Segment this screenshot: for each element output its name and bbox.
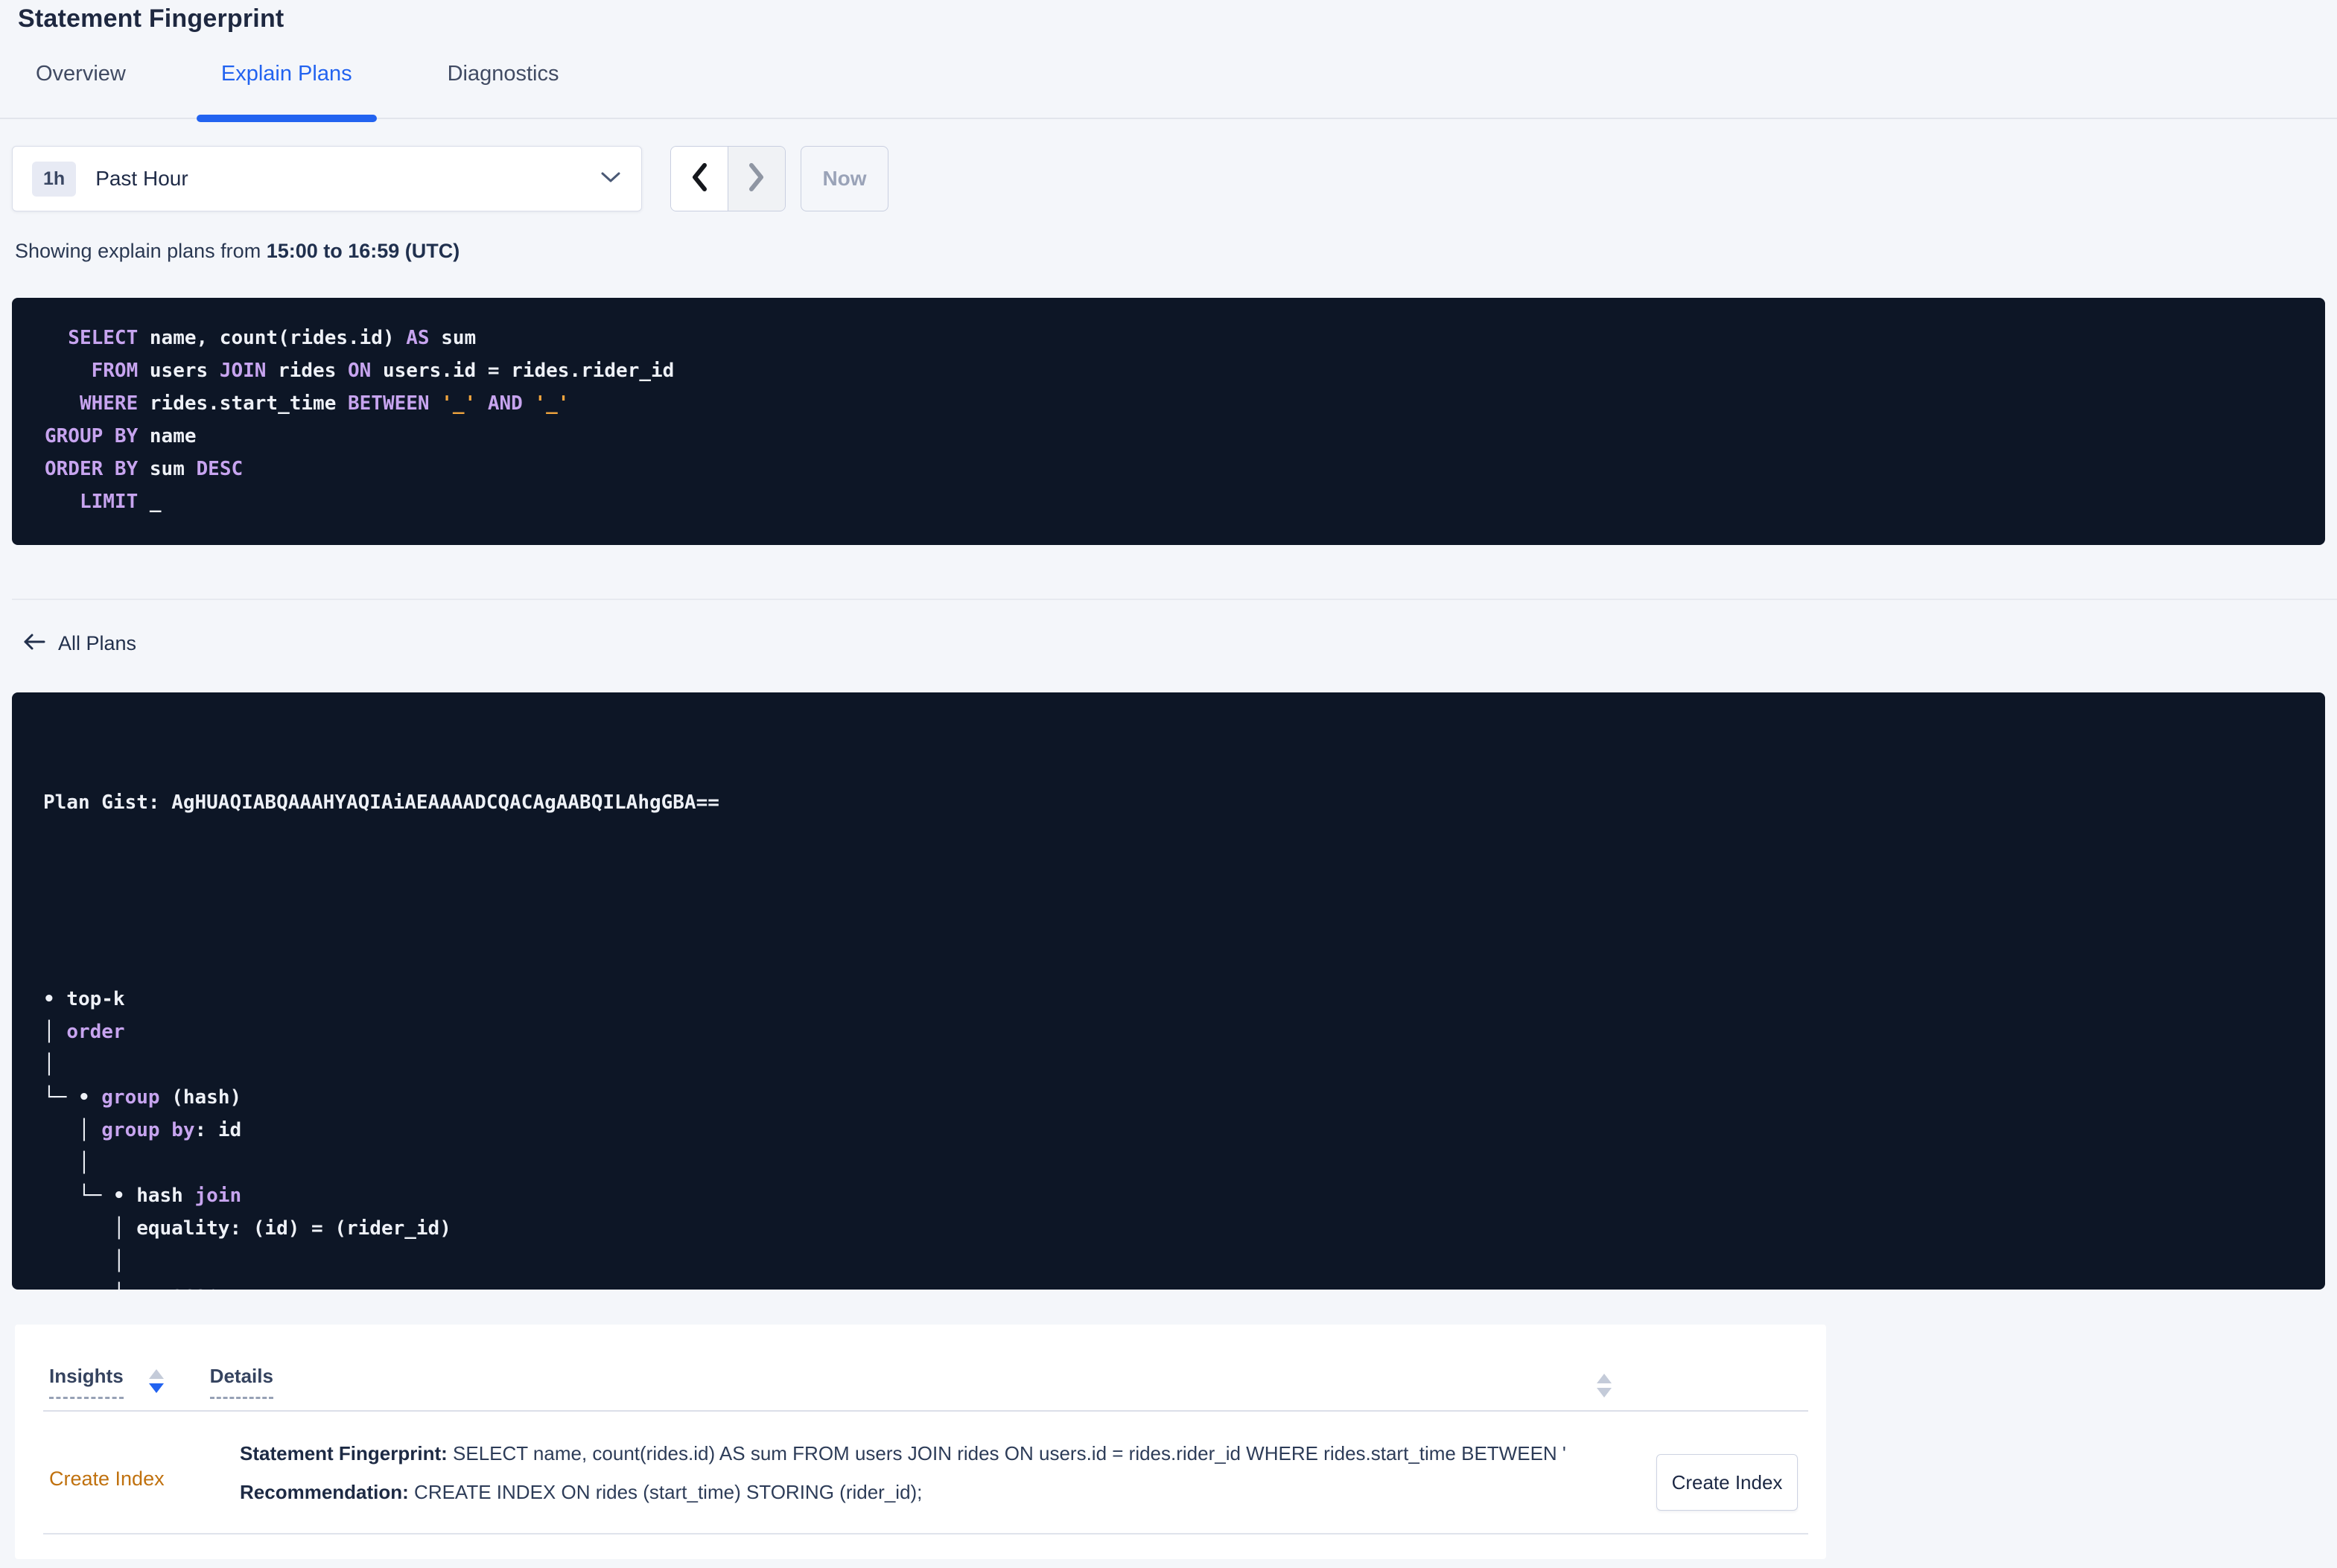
create-index-button[interactable]: Create Index (1656, 1454, 1798, 1511)
all-plans-label: All Plans (58, 631, 137, 654)
statement-fingerprint-line: Statement Fingerprint: SELECT name, coun… (240, 1442, 1565, 1465)
sort-down-triangle (148, 1383, 164, 1393)
now-button[interactable]: Now (801, 146, 888, 211)
time-range-label: Past Hour (95, 167, 188, 190)
details-cell: Statement Fingerprint: SELECT name, coun… (240, 1435, 1565, 1511)
all-plans-link[interactable]: All Plans (22, 628, 186, 658)
plan-gist-line: Plan Gist: AgHUAQIABQAAAHYAQIAiAEAAAADCQ… (43, 791, 719, 814)
next-time-button[interactable] (728, 147, 785, 211)
tab-diagnostics[interactable]: Diagnostics (448, 62, 559, 118)
time-range-value: 15:00 to 16:59 (UTC) (266, 240, 460, 262)
insights-table-header: Insights Details (49, 1365, 273, 1399)
plan-gist-value: AgHUAQIABQAAAHYAQIAiAEAAAADCQACAgAABQILA… (171, 791, 719, 814)
create-index-link[interactable]: Create Index (49, 1467, 165, 1491)
sort-up-triangle (148, 1369, 164, 1379)
sort-insights-icon[interactable] (148, 1369, 164, 1393)
chevron-right-icon (747, 162, 766, 197)
tab-explain-plans[interactable]: Explain Plans (196, 62, 377, 122)
tab-bar: Overview Explain Plans Diagnostics (0, 62, 2337, 122)
time-controls: 1h Past Hour Now (12, 146, 2337, 211)
time-range-badge: 1h (32, 161, 77, 197)
column-header-details[interactable]: Details (209, 1365, 273, 1399)
header-divider (43, 1410, 1808, 1412)
statement-fingerprint-page: Statement Fingerprint Overview Explain P… (0, 0, 2337, 1568)
row-divider (43, 1533, 1808, 1534)
recommendation-line: Recommendation: CREATE INDEX ON rides (s… (240, 1481, 923, 1503)
chevron-left-icon (690, 162, 709, 197)
insights-table-card: Insights Details Create Index Statement … (15, 1325, 1826, 1559)
arrow-left-icon (22, 632, 46, 655)
showing-plans-text: Showing explain plans from 15:00 to 16:5… (15, 240, 460, 262)
column-header-insights[interactable]: Insights (49, 1365, 124, 1399)
sort-details-icon[interactable] (1597, 1374, 1612, 1398)
previous-time-button[interactable] (671, 147, 728, 211)
time-range-dropdown[interactable]: 1h Past Hour (12, 146, 642, 211)
section-divider (12, 599, 2337, 600)
chevron-down-icon (600, 170, 622, 188)
plan-gist-block: Plan Gist: AgHUAQIABQAAAHYAQIAiAEAAAADCQ… (12, 692, 2325, 1290)
time-nav-group (670, 146, 786, 211)
sort-down-triangle (1597, 1388, 1612, 1398)
sort-up-triangle (1597, 1374, 1612, 1383)
sql-statement-block: SELECT name, count(rides.id) AS sum FROM… (12, 298, 2325, 545)
plan-tree: Plan Gist: AgHUAQIABQAAAHYAQIAiAEAAAADCQ… (12, 692, 2325, 1290)
page-title: Statement Fingerprint (18, 4, 284, 33)
plan-tree-lines: • top-k │ order │ └─ • group (hash) │ group… (43, 988, 451, 1290)
sql-statement-code: SELECT name, count(rides.id) AS sum FROM… (45, 327, 675, 513)
tab-overview[interactable]: Overview (36, 62, 126, 118)
